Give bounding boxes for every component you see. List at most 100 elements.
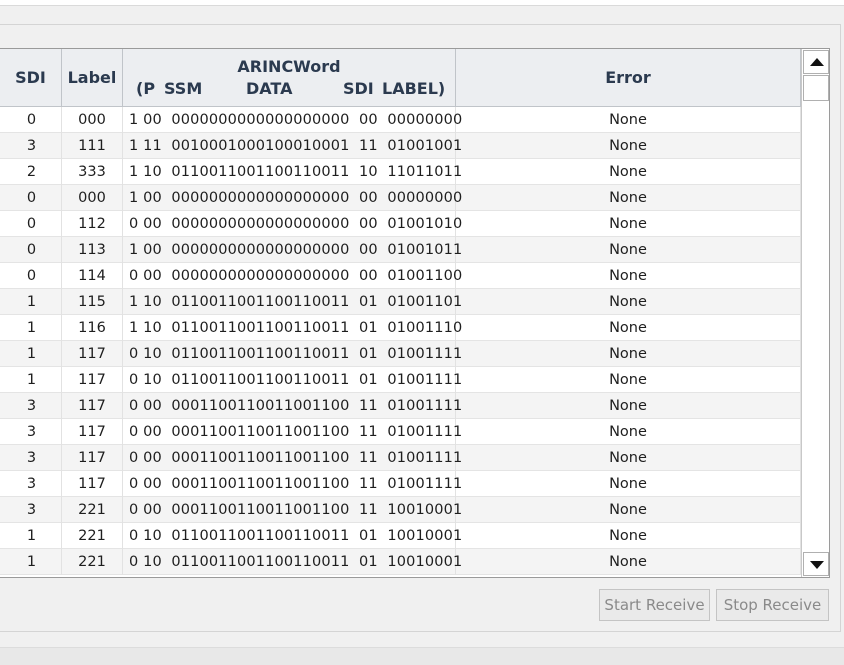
top-panel <box>0 0 844 6</box>
cell-sdi: 0 <box>0 237 62 263</box>
table-row[interactable]: 1 117 0 10 0110011001100110011 01 01001111… <box>0 367 801 393</box>
cell-arincword: 0 00 0001100110011001100 11 01001111 <box>123 419 462 445</box>
cell-sdi: 3 <box>0 393 62 419</box>
cell-error: None <box>456 289 801 315</box>
arrow-up-icon <box>810 58 824 66</box>
table-row[interactable]: 1 115 1 10 0110011001100110011 01 01001101… <box>0 289 801 315</box>
scroll-up-button[interactable] <box>803 50 829 74</box>
cell-arincword: 1 00 0000000000000000000 00 00000000 <box>123 107 462 133</box>
cell-arincword: 0 00 0001100110011001100 11 01001111 <box>123 445 462 471</box>
table-row[interactable]: 3 117 0 00 0001100110011001100 11 01001111… <box>0 419 801 445</box>
table-row[interactable]: 0 112 0 00 0000000000000000000 00 01001010… <box>0 211 801 237</box>
column-header-arincword[interactable]: ARINCWord (P SSM DATA SDI LABEL) <box>123 49 456 107</box>
cell-arincword: 1 10 0110011001100110011 10 11011011 <box>123 159 462 185</box>
scroll-down-button[interactable] <box>803 552 829 576</box>
table-row[interactable]: 0 114 0 00 0000000000000000000 00 01001100… <box>0 263 801 289</box>
table-row[interactable]: 1 221 0 10 0110011001100110011 01 10010001… <box>0 523 801 549</box>
cell-error: None <box>456 237 801 263</box>
table-row[interactable]: 3 117 0 00 0001100110011001100 11 01001111… <box>0 471 801 497</box>
cell-error: None <box>456 445 801 471</box>
cell-label: 113 <box>62 237 123 263</box>
cell-label: 000 <box>62 185 123 211</box>
stop-receive-button[interactable]: Stop Receive <box>716 589 829 621</box>
table-row[interactable]: 1 116 1 10 0110011001100110011 01 01001110… <box>0 315 801 341</box>
table-row[interactable]: 3 117 0 00 0001100110011001100 11 01001111… <box>0 393 801 419</box>
column-header-error[interactable]: Error <box>456 49 801 107</box>
arincword-sub-data: DATA <box>246 79 293 98</box>
table-row[interactable]: 3 111 1 11 0010001000100010001 11 01001001… <box>0 133 801 159</box>
cell-error: None <box>456 315 801 341</box>
cell-error: None <box>456 211 801 237</box>
arincword-sub-sdi: SDI <box>343 79 374 98</box>
cell-arincword: 0 10 0110011001100110011 01 10010001 <box>123 523 462 549</box>
cell-arincword: 1 11 0010001000100010001 11 01001001 <box>123 133 462 159</box>
cell-sdi: 1 <box>0 549 62 575</box>
cell-label: 117 <box>62 393 123 419</box>
cell-sdi: 1 <box>0 315 62 341</box>
column-header-label[interactable]: Label <box>62 49 123 107</box>
cell-sdi: 1 <box>0 367 62 393</box>
cell-arincword: 0 10 0110011001100110011 01 01001111 <box>123 341 462 367</box>
scroll-thumb[interactable] <box>803 75 829 101</box>
cell-sdi: 0 <box>0 211 62 237</box>
table-row[interactable]: 0 000 1 00 0000000000000000000 00 00000000… <box>0 185 801 211</box>
cell-sdi: 3 <box>0 497 62 523</box>
cell-error: None <box>456 549 801 575</box>
arrow-down-icon <box>810 561 824 569</box>
arincword-sub-ssm: SSM <box>164 79 203 98</box>
table-row[interactable]: 0 000 1 00 0000000000000000000 00 00000000… <box>0 107 801 133</box>
cell-error: None <box>456 393 801 419</box>
cell-arincword: 0 00 0000000000000000000 00 01001100 <box>123 263 462 289</box>
cell-error: None <box>456 341 801 367</box>
cell-error: None <box>456 419 801 445</box>
cell-error: None <box>456 523 801 549</box>
cell-arincword: 0 10 0110011001100110011 01 10010001 <box>123 549 462 575</box>
cell-sdi: 3 <box>0 419 62 445</box>
arincword-sub-label: LABEL) <box>382 79 446 98</box>
table-row[interactable]: 1 221 0 10 0110011001100110011 01 10010001… <box>0 549 801 575</box>
column-header-label-text: Label <box>67 68 117 87</box>
cell-label: 112 <box>62 211 123 237</box>
arinc-receive-table[interactable]: SDI Label ARINCWord (P SSM DATA SDI LABE… <box>0 48 830 578</box>
vertical-scrollbar[interactable] <box>801 49 829 577</box>
cell-label: 114 <box>62 263 123 289</box>
cell-label: 221 <box>62 523 123 549</box>
start-receive-button[interactable]: Start Receive <box>599 589 710 621</box>
cell-error: None <box>456 497 801 523</box>
table-row[interactable]: 2 333 1 10 0110011001100110011 10 11011011… <box>0 159 801 185</box>
cell-arincword: 0 10 0110011001100110011 01 01001111 <box>123 367 462 393</box>
cell-sdi: 3 <box>0 471 62 497</box>
table-row[interactable]: 1 117 0 10 0110011001100110011 01 01001111… <box>0 341 801 367</box>
cell-label: 117 <box>62 341 123 367</box>
cell-sdi: 1 <box>0 341 62 367</box>
cell-arincword: 0 00 0001100110011001100 11 10010001 <box>123 497 462 523</box>
cell-sdi: 1 <box>0 523 62 549</box>
cell-arincword: 0 00 0000000000000000000 00 01001010 <box>123 211 462 237</box>
cell-sdi: 3 <box>0 133 62 159</box>
cell-error: None <box>456 107 801 133</box>
cell-arincword: 1 00 0000000000000000000 00 00000000 <box>123 185 462 211</box>
table-row[interactable]: 3 221 0 00 0001100110011001100 11 10010001… <box>0 497 801 523</box>
cell-label: 111 <box>62 133 123 159</box>
column-header-sdi[interactable]: SDI <box>0 49 62 107</box>
cell-sdi: 0 <box>0 107 62 133</box>
cell-sdi: 3 <box>0 445 62 471</box>
table-row[interactable]: 0 113 1 00 0000000000000000000 00 01001011… <box>0 237 801 263</box>
cell-label: 221 <box>62 549 123 575</box>
table-row[interactable]: 3 117 0 00 0001100110011001100 11 01001111… <box>0 445 801 471</box>
column-header-error-label: Error <box>605 68 651 87</box>
cell-label: 221 <box>62 497 123 523</box>
cell-error: None <box>456 159 801 185</box>
bottom-panel <box>0 647 844 665</box>
cell-error: None <box>456 133 801 159</box>
cell-label: 333 <box>62 159 123 185</box>
cell-label: 117 <box>62 471 123 497</box>
cell-sdi: 0 <box>0 263 62 289</box>
cell-label: 117 <box>62 419 123 445</box>
cell-arincword: 1 00 0000000000000000000 00 01001011 <box>123 237 462 263</box>
arincword-title: ARINCWord <box>237 57 341 76</box>
arincword-subheader: (P SSM DATA SDI LABEL) <box>123 77 455 99</box>
column-header-sdi-label: SDI <box>15 68 46 87</box>
cell-label: 116 <box>62 315 123 341</box>
cell-label: 000 <box>62 107 123 133</box>
